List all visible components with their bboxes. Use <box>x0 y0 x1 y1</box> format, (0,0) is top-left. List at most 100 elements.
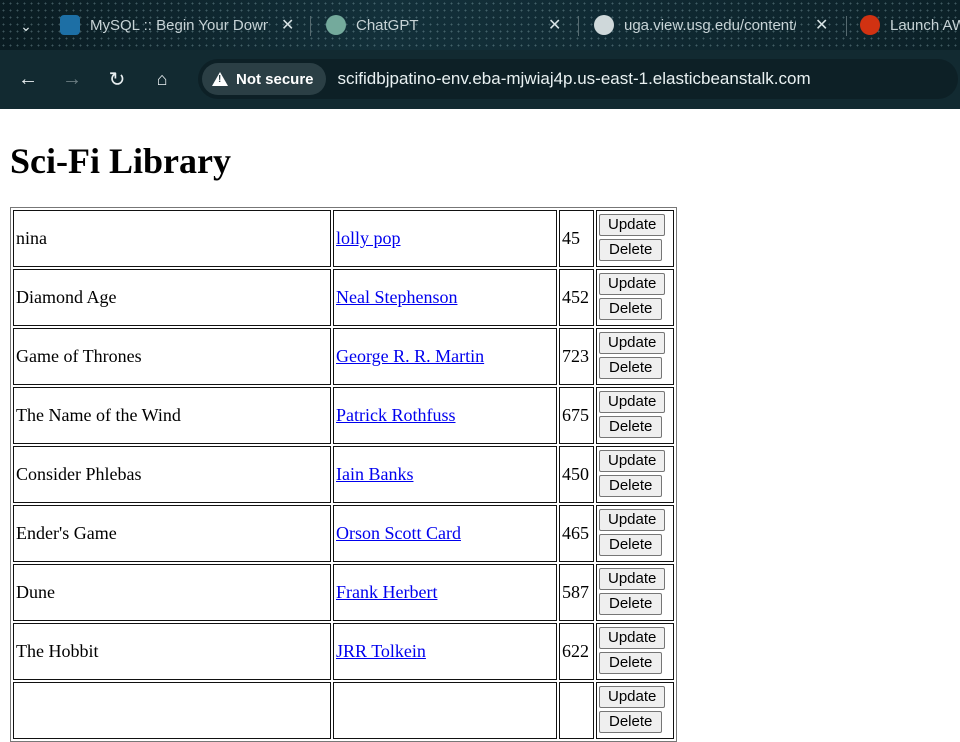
book-pages-cell: 622 <box>559 623 594 680</box>
update-button[interactable]: Update <box>599 686 666 708</box>
tab-aws[interactable]: Launch AW <box>860 8 960 42</box>
warning-icon <box>212 72 228 86</box>
update-button[interactable]: Update <box>599 450 666 472</box>
book-pages-cell: 465 <box>559 505 594 562</box>
table-row: nina lolly pop 45 Update Delete <box>13 210 674 267</box>
mysql-icon <box>60 15 80 35</box>
book-author-cell: Iain Banks <box>333 446 557 503</box>
update-button[interactable]: Update <box>599 568 666 590</box>
book-author-cell: George R. R. Martin <box>333 328 557 385</box>
tab-uga[interactable]: uga.view.usg.edu/content/ ✕ <box>594 8 834 42</box>
page-content: Sci-Fi Library nina lolly pop 45 Update Dele… <box>0 140 960 742</box>
book-title-cell: Game of Thrones <box>13 328 331 385</box>
book-actions-cell: Update Delete <box>596 446 674 503</box>
security-chip[interactable]: Not secure <box>202 63 326 95</box>
security-label: Not secure <box>236 70 314 88</box>
book-pages-cell: 450 <box>559 446 594 503</box>
book-author-cell: lolly pop <box>333 210 557 267</box>
table-row: The Hobbit JRR Tolkein 622 Update Delete <box>13 623 674 680</box>
delete-button[interactable]: Delete <box>599 652 663 674</box>
book-title-cell: Diamond Age <box>13 269 331 326</box>
aws-icon <box>860 15 880 35</box>
author-link[interactable]: JRR Tolkein <box>336 641 426 661</box>
address-bar[interactable]: Not secure scifidbjpatino-env.eba-mjwiaj… <box>198 59 958 99</box>
update-button[interactable]: Update <box>599 214 666 236</box>
tab-title: uga.view.usg.edu/content/ <box>624 16 796 34</box>
delete-button[interactable]: Delete <box>599 239 663 261</box>
globe-icon <box>594 15 614 35</box>
book-pages-cell: 675 <box>559 387 594 444</box>
book-pages-cell: 45 <box>559 210 594 267</box>
book-title-cell: Consider Phlebas <box>13 446 331 503</box>
reload-icon[interactable]: ↻ <box>103 65 131 93</box>
delete-button[interactable]: Delete <box>599 416 663 438</box>
books-table: nina lolly pop 45 Update Delete Diamond Age Ne… <box>10 207 677 742</box>
tab-strip: ⌄ MySQL :: Begin Your Down ✕ ChatGPT ✕ u… <box>0 0 960 50</box>
book-author-cell: Orson Scott Card <box>333 505 557 562</box>
delete-button[interactable]: Delete <box>599 711 663 733</box>
book-author-cell: Frank Herbert <box>333 564 557 621</box>
author-link[interactable]: Frank Herbert <box>336 582 437 602</box>
chatgpt-icon <box>326 15 346 35</box>
author-link[interactable]: Patrick Rothfuss <box>336 405 456 425</box>
delete-button[interactable]: Delete <box>599 475 663 497</box>
book-actions-cell: Update Delete <box>596 328 674 385</box>
table-row: Diamond Age Neal Stephenson 452 Update Delet… <box>13 269 674 326</box>
update-button[interactable]: Update <box>599 509 666 531</box>
tab-title: ChatGPT <box>356 16 419 34</box>
table-row: Ender's Game Orson Scott Card 465 Update Del… <box>13 505 674 562</box>
author-link[interactable]: lolly pop <box>336 228 401 248</box>
forward-arrow-icon[interactable]: → <box>58 65 86 93</box>
book-pages-cell: 452 <box>559 269 594 326</box>
book-actions-cell: Update Delete <box>596 564 674 621</box>
book-title-cell: The Hobbit <box>13 623 331 680</box>
update-button[interactable]: Update <box>599 273 666 295</box>
tab-chatgpt[interactable]: ChatGPT ✕ <box>326 8 566 42</box>
book-author-cell: Patrick Rothfuss <box>333 387 557 444</box>
delete-button[interactable]: Delete <box>599 534 663 556</box>
book-title-cell: The Name of the Wind <box>13 387 331 444</box>
table-row: The Name of the Wind Patrick Rothfuss 675 U… <box>13 387 674 444</box>
update-button[interactable]: Update <box>599 627 666 649</box>
browser-chrome: ⌄ MySQL :: Begin Your Down ✕ ChatGPT ✕ u… <box>0 0 960 109</box>
tab-title: Launch AW <box>890 16 960 34</box>
home-icon[interactable]: ⌂ <box>148 65 176 93</box>
page-title: Sci-Fi Library <box>10 141 231 181</box>
back-arrow-icon[interactable]: ← <box>14 65 42 93</box>
update-button[interactable]: Update <box>599 332 666 354</box>
delete-button[interactable]: Delete <box>599 298 663 320</box>
table-row: Consider Phlebas Iain Banks 450 Update Delet… <box>13 446 674 503</box>
book-title-cell: nina <box>13 210 331 267</box>
book-actions-cell: Update Delete <box>596 623 674 680</box>
book-actions-cell: Update Delete <box>596 387 674 444</box>
author-link[interactable]: Orson Scott Card <box>336 523 461 543</box>
tab-mysql[interactable]: MySQL :: Begin Your Down ✕ <box>60 8 300 42</box>
close-icon[interactable]: ✕ <box>281 15 294 35</box>
table-row: Dune Frank Herbert 587 Update Delete <box>13 564 674 621</box>
book-author-cell: JRR Tolkein <box>333 623 557 680</box>
book-author-cell: Neal Stephenson <box>333 269 557 326</box>
toolbar: ← → ↻ ⌂ Not secure scifidbjpatino-env.eb… <box>0 50 960 109</box>
tab-title: MySQL :: Begin Your Down <box>90 16 268 34</box>
tab-separator <box>578 16 579 36</box>
author-link[interactable]: Neal Stephenson <box>336 287 457 307</box>
url-text[interactable]: scifidbjpatino-env.eba-mjwiaj4p.us-east-… <box>338 69 811 89</box>
update-button[interactable]: Update <box>599 391 666 413</box>
tab-search-chevron-icon[interactable]: ⌄ <box>12 12 40 40</box>
tab-separator <box>310 16 311 36</box>
delete-button[interactable]: Delete <box>599 593 663 615</box>
book-actions-cell: Update Delete <box>596 269 674 326</box>
author-link[interactable]: Iain Banks <box>336 464 413 484</box>
book-actions-cell: Update Delete <box>596 505 674 562</box>
close-icon[interactable]: ✕ <box>815 15 828 35</box>
book-actions-cell: Update Delete <box>596 210 674 267</box>
delete-button[interactable]: Delete <box>599 357 663 379</box>
close-icon[interactable]: ✕ <box>548 15 561 35</box>
book-pages-cell: 587 <box>559 564 594 621</box>
tab-separator <box>846 16 847 36</box>
author-link[interactable]: George R. R. Martin <box>336 346 484 366</box>
book-title-cell: Ender's Game <box>13 505 331 562</box>
table-row: Game of Thrones George R. R. Martin 723 Upd… <box>13 328 674 385</box>
book-title-cell: Dune <box>13 564 331 621</box>
book-pages-cell: 723 <box>559 328 594 385</box>
